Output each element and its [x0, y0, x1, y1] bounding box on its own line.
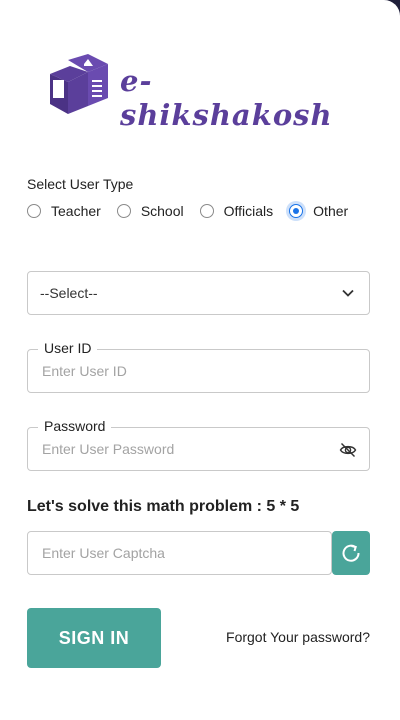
radio-label-teacher: Teacher [51, 203, 101, 219]
radio-circle[interactable] [116, 204, 131, 218]
refresh-captcha-button[interactable] [332, 531, 370, 575]
password-field[interactable]: Password [27, 418, 370, 471]
user-id-field[interactable]: User ID [27, 340, 370, 393]
captcha-question: Let's solve this math problem : 5 * 5 [27, 498, 300, 515]
radio-circle[interactable] [199, 204, 214, 218]
select-value: --Select-- [40, 285, 98, 301]
radio-label-other: Other [313, 203, 349, 219]
brand-logo: e-shikshakosh [50, 54, 350, 132]
box-logo-icon [50, 54, 108, 114]
user-id-label: User ID [38, 340, 98, 356]
radio-other[interactable]: Other [289, 203, 348, 219]
radio-teacher[interactable]: Teacher [27, 203, 101, 219]
eye-off-icon[interactable] [339, 441, 357, 459]
forgot-password-link[interactable]: Forgot Your password? [226, 629, 370, 645]
radio-officials[interactable]: Officials [199, 203, 274, 219]
captcha-field[interactable] [27, 531, 332, 575]
password-label: Password [38, 418, 112, 434]
sign-in-button[interactable]: SIGN IN [27, 608, 161, 668]
user-type-label: Select User Type [27, 176, 134, 192]
password-input[interactable] [40, 440, 324, 458]
user-id-input[interactable] [40, 362, 324, 380]
radio-school[interactable]: School [116, 203, 184, 219]
radio-label-school: School [140, 203, 184, 219]
radio-circle[interactable] [27, 204, 41, 218]
refresh-icon [342, 544, 360, 562]
radio-label-officials: Officials [223, 203, 274, 219]
user-type-select[interactable]: --Select-- [27, 271, 370, 315]
brand-name: e-shikshakosh [120, 64, 333, 132]
radio-circle-selected[interactable] [289, 204, 304, 218]
login-card: e-shikshakosh Select User Type Teacher S… [0, 0, 400, 720]
captcha-input[interactable] [40, 544, 324, 562]
chevron-down-icon [342, 289, 354, 297]
user-type-radio-group: Teacher School Officials Other [27, 200, 364, 222]
